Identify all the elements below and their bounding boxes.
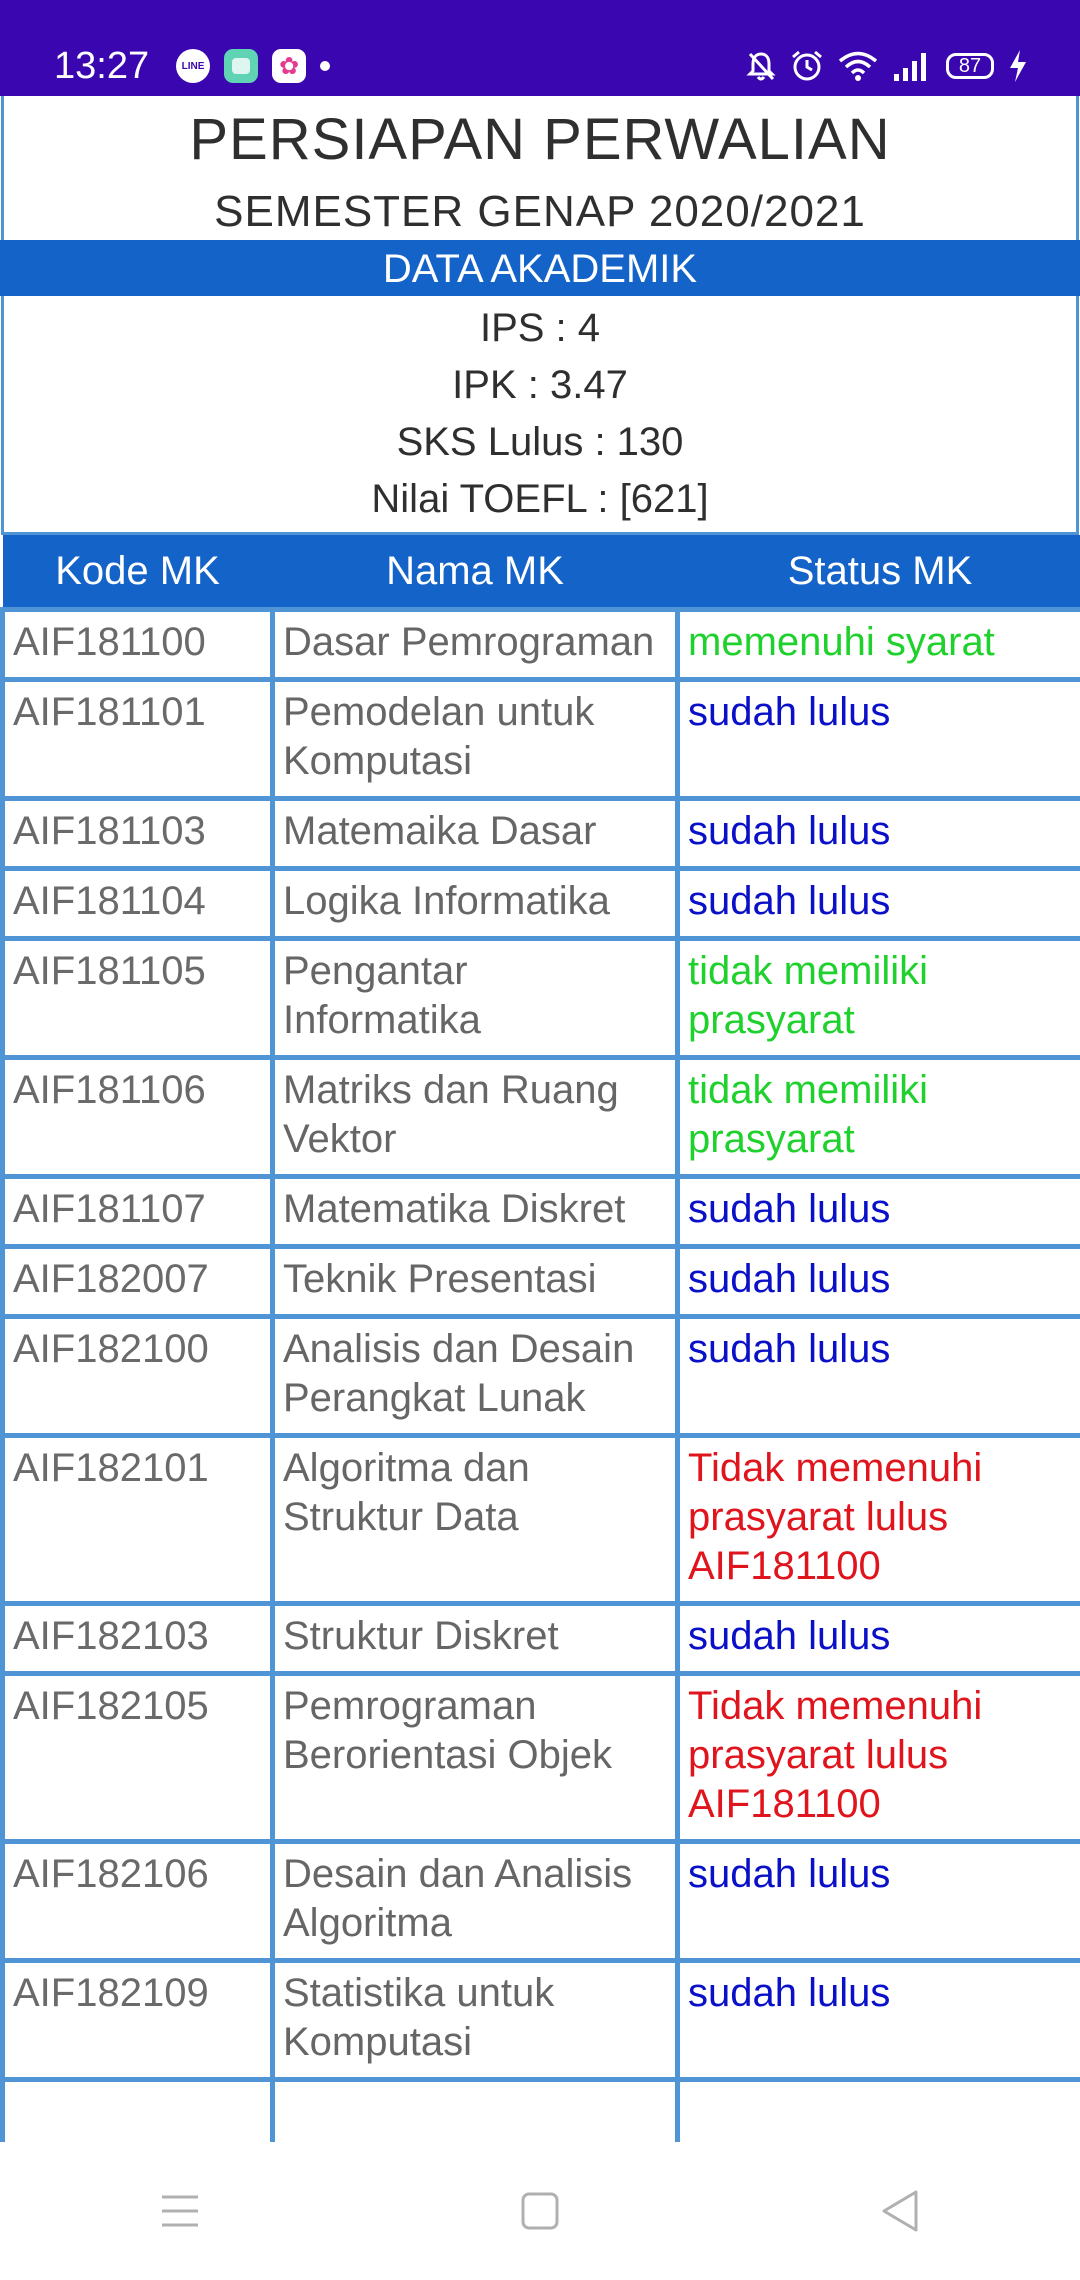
table-row: AIF182103 Struktur Diskret sudah lulus <box>0 1601 1080 1676</box>
table-row: AIF181101 Pemodelan untuk Komputasi sudah … <box>0 677 1080 801</box>
dot-icon <box>320 61 330 71</box>
course-code: AIF182101 <box>0 1433 275 1606</box>
toefl-value: Nilai TOEFL : [621] <box>371 477 709 521</box>
course-status: sudah lulus <box>675 1601 1080 1676</box>
course-status: sudah lulus <box>675 677 1080 801</box>
course-name <box>270 2077 680 2142</box>
header-kode-mk: Kode MK <box>2 535 273 610</box>
notification-icons: LINE ✿ <box>176 46 330 86</box>
table-row: AIF182105 Pemrograman Berorientasi Objek T… <box>0 1671 1080 1844</box>
course-code: AIF181105 <box>0 936 275 1060</box>
course-code: AIF181104 <box>0 866 275 941</box>
ipk-value: IPK : 3.47 <box>452 363 628 407</box>
course-status: sudah lulus <box>675 1958 1080 2082</box>
page-title: PERSIAPAN PERWALIAN <box>189 107 891 172</box>
course-status: memenuhi syarat <box>675 607 1080 682</box>
course-name: Algoritma dan Struktur Data <box>270 1433 680 1606</box>
chat-app-icon <box>224 49 258 83</box>
course-status: tidak memiliki prasyarat <box>675 1055 1080 1179</box>
course-name: Pemrograman Berorientasi Objek <box>270 1671 680 1844</box>
course-code <box>0 2077 275 2142</box>
course-name: Matriks dan Ruang Vektor <box>270 1055 680 1179</box>
course-code: AIF182106 <box>0 1839 275 1963</box>
table-header: Kode MK Nama MK Status MK <box>2 535 1080 610</box>
academic-stats: IPS : 4 IPK : 3.47 SKS Lulus : 130 Nilai… <box>1 296 1079 535</box>
course-code: AIF182105 <box>0 1671 275 1844</box>
home-button[interactable] <box>480 2151 600 2271</box>
menu-button[interactable] <box>120 2151 240 2271</box>
course-name: Pengantar Informatika <box>270 936 680 1060</box>
section-label: DATA AKADEMIK <box>0 240 1080 296</box>
header-nama-mk: Nama MK <box>272 535 678 610</box>
course-name: Matemaika Dasar <box>270 796 680 871</box>
course-status: sudah lulus <box>675 1174 1080 1249</box>
table-row: AIF182100 Analisis dan Desain Perangkat L… <box>0 1314 1080 1438</box>
course-name: Desain dan Analisis Algoritma <box>270 1839 680 1963</box>
course-code: AIF181100 <box>0 607 275 682</box>
course-name: Teknik Presentasi <box>270 1244 680 1319</box>
course-rows: AIF181100 Dasar Pemrograman memenuhi syara… <box>0 607 1080 2142</box>
course-code: AIF182109 <box>0 1958 275 2082</box>
course-status: Tidak memenuhi prasyarat lulus AIF181100 <box>675 1671 1080 1844</box>
course-status: sudah lulus <box>675 1839 1080 1963</box>
course-code: AIF181103 <box>0 796 275 871</box>
battery-icon: 87 <box>946 53 994 79</box>
table-row: AIF182101 Algoritma dan Struktur Data Tida… <box>0 1433 1080 1606</box>
course-status: sudah lulus <box>675 796 1080 871</box>
alarm-icon <box>792 50 822 81</box>
table-row: AIF181100 Dasar Pemrograman memenuhi syara… <box>0 607 1080 682</box>
status-bar: 13:27 LINE ✿ 87 <box>0 0 1080 96</box>
course-name: Analisis dan Desain Perangkat Lunak <box>270 1314 680 1438</box>
ips-value: IPS : 4 <box>479 306 601 350</box>
clock: 13:27 <box>54 45 150 87</box>
table-row: AIF181105 Pengantar Informatika tidak memi… <box>0 936 1080 1060</box>
navigation-bar <box>0 2142 1080 2280</box>
wifi-icon <box>838 51 878 81</box>
course-status: sudah lulus <box>675 1244 1080 1319</box>
page-subtitle: SEMESTER GENAP 2020/2021 <box>214 187 866 236</box>
course-code: AIF182007 <box>0 1244 275 1319</box>
course-status: Tidak memenuhi prasyarat lulus AIF181100 <box>675 1433 1080 1606</box>
table-row: AIF181103 Matemaika Dasar sudah lulus <box>0 796 1080 871</box>
course-status: tidak memiliki prasyarat <box>675 936 1080 1060</box>
table-row: AIF181107 Matematika Diskret sudah lulus <box>0 1174 1080 1249</box>
menu-icon <box>162 2195 198 2227</box>
course-code: AIF181101 <box>0 677 275 801</box>
table-row: AIF182106 Desain dan Analisis Algoritma su… <box>0 1839 1080 1963</box>
course-code: AIF181106 <box>0 1055 275 1179</box>
table-row: AIF182007 Teknik Presentasi sudah lulus <box>0 1244 1080 1319</box>
table-row: AIF182109 Statistika untuk Komputasi sudah… <box>0 1958 1080 2082</box>
signal-icon <box>894 53 926 81</box>
course-status: sudah lulus <box>675 866 1080 941</box>
line-icon: LINE <box>176 49 210 83</box>
system-icons: 87 <box>746 46 1028 86</box>
course-code: AIF182103 <box>0 1601 275 1676</box>
back-icon <box>882 2190 918 2232</box>
back-button[interactable] <box>840 2151 960 2271</box>
course-name: Pemodelan untuk Komputasi <box>270 677 680 801</box>
course-name: Struktur Diskret <box>270 1601 680 1676</box>
course-name: Dasar Pemrograman <box>270 607 680 682</box>
sks-value: SKS Lulus : 130 <box>396 420 684 464</box>
course-status: sudah lulus <box>675 1314 1080 1438</box>
home-icon <box>521 2192 559 2230</box>
table-row: AIF181104 Logika Informatika sudah lulus <box>0 866 1080 941</box>
course-status <box>675 2077 1080 2142</box>
table-row: AIF181106 Matriks dan Ruang Vektor tidak m… <box>0 1055 1080 1179</box>
star-app-icon: ✿ <box>272 49 306 83</box>
course-code: AIF182100 <box>0 1314 275 1438</box>
battery-level: 87 <box>958 55 982 77</box>
course-table: Kode MK Nama MK Status MK AIF181100 Dasar… <box>0 535 1080 2142</box>
course-name: Statistika untuk Komputasi <box>270 1958 680 2082</box>
course-name: Matematika Diskret <box>270 1174 680 1249</box>
header-box: PERSIAPAN PERWALIAN SEMESTER GENAP 2020/… <box>1 96 1079 240</box>
charging-icon <box>1010 50 1026 82</box>
perwalian-page: PERSIAPAN PERWALIAN SEMESTER GENAP 2020/… <box>0 96 1080 2142</box>
course-code: AIF181107 <box>0 1174 275 1249</box>
course-name: Logika Informatika <box>270 866 680 941</box>
header-status-mk: Status MK <box>677 535 1080 610</box>
mute-icon <box>746 52 776 81</box>
table-row <box>0 2077 1080 2142</box>
